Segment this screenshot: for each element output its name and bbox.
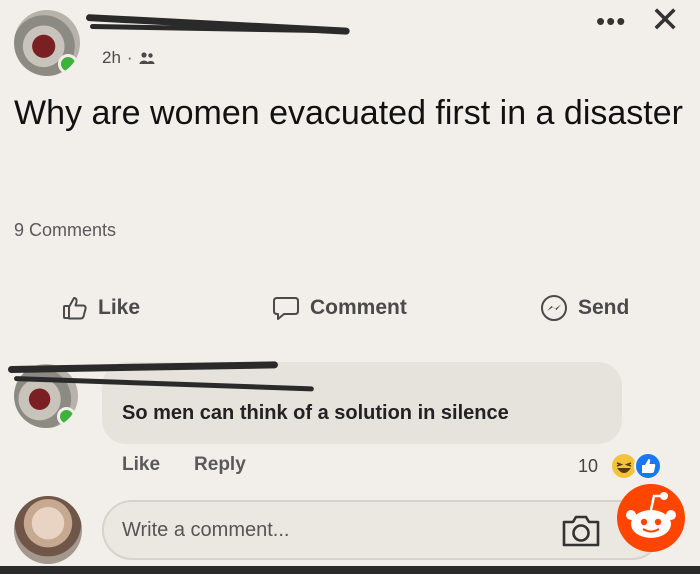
post-text: Why are women evacuated first in a disas…: [14, 94, 683, 132]
comment-count[interactable]: 9 Comments: [14, 220, 116, 241]
send-label: Send: [578, 296, 630, 319]
comment-button[interactable]: Comment: [272, 295, 407, 321]
facebook-post-card: 2h · ••• ✕ Why are women evacuated first…: [0, 0, 700, 566]
comment-text: So men can think of a solution in silenc…: [122, 402, 509, 424]
post-meta: 2h ·: [102, 48, 155, 68]
commenter-avatar[interactable]: [14, 364, 78, 428]
like-label: Like: [98, 296, 141, 319]
camera-icon[interactable]: [560, 512, 602, 550]
send-button[interactable]: Send: [540, 294, 629, 322]
online-status-dot: [58, 54, 78, 74]
post-action-bar: Like Comment Send: [0, 286, 700, 330]
like-icon: [634, 452, 662, 480]
image-bottom-border: [0, 566, 700, 574]
reddit-watermark-icon: [617, 484, 685, 552]
meta-separator: ·: [126, 48, 133, 67]
close-icon[interactable]: ✕: [650, 2, 680, 38]
more-options-icon[interactable]: •••: [596, 8, 626, 34]
comment-actions: Like Reply: [122, 454, 246, 476]
reaction-count[interactable]: 10: [578, 456, 598, 477]
online-status-dot: [57, 407, 76, 426]
post-time[interactable]: 2h: [102, 48, 121, 68]
poster-avatar[interactable]: [14, 10, 80, 76]
haha-icon: [610, 452, 638, 480]
messenger-icon: [541, 295, 567, 321]
like-button[interactable]: Like: [62, 295, 140, 321]
friends-icon: [139, 52, 155, 64]
comment-like-button[interactable]: Like: [122, 454, 160, 476]
comment-reply-button[interactable]: Reply: [194, 454, 246, 476]
speech-bubble-icon: [273, 297, 299, 320]
current-user-avatar: [14, 496, 82, 564]
comment-label: Comment: [310, 296, 407, 319]
thumbs-up-icon: [63, 297, 87, 320]
